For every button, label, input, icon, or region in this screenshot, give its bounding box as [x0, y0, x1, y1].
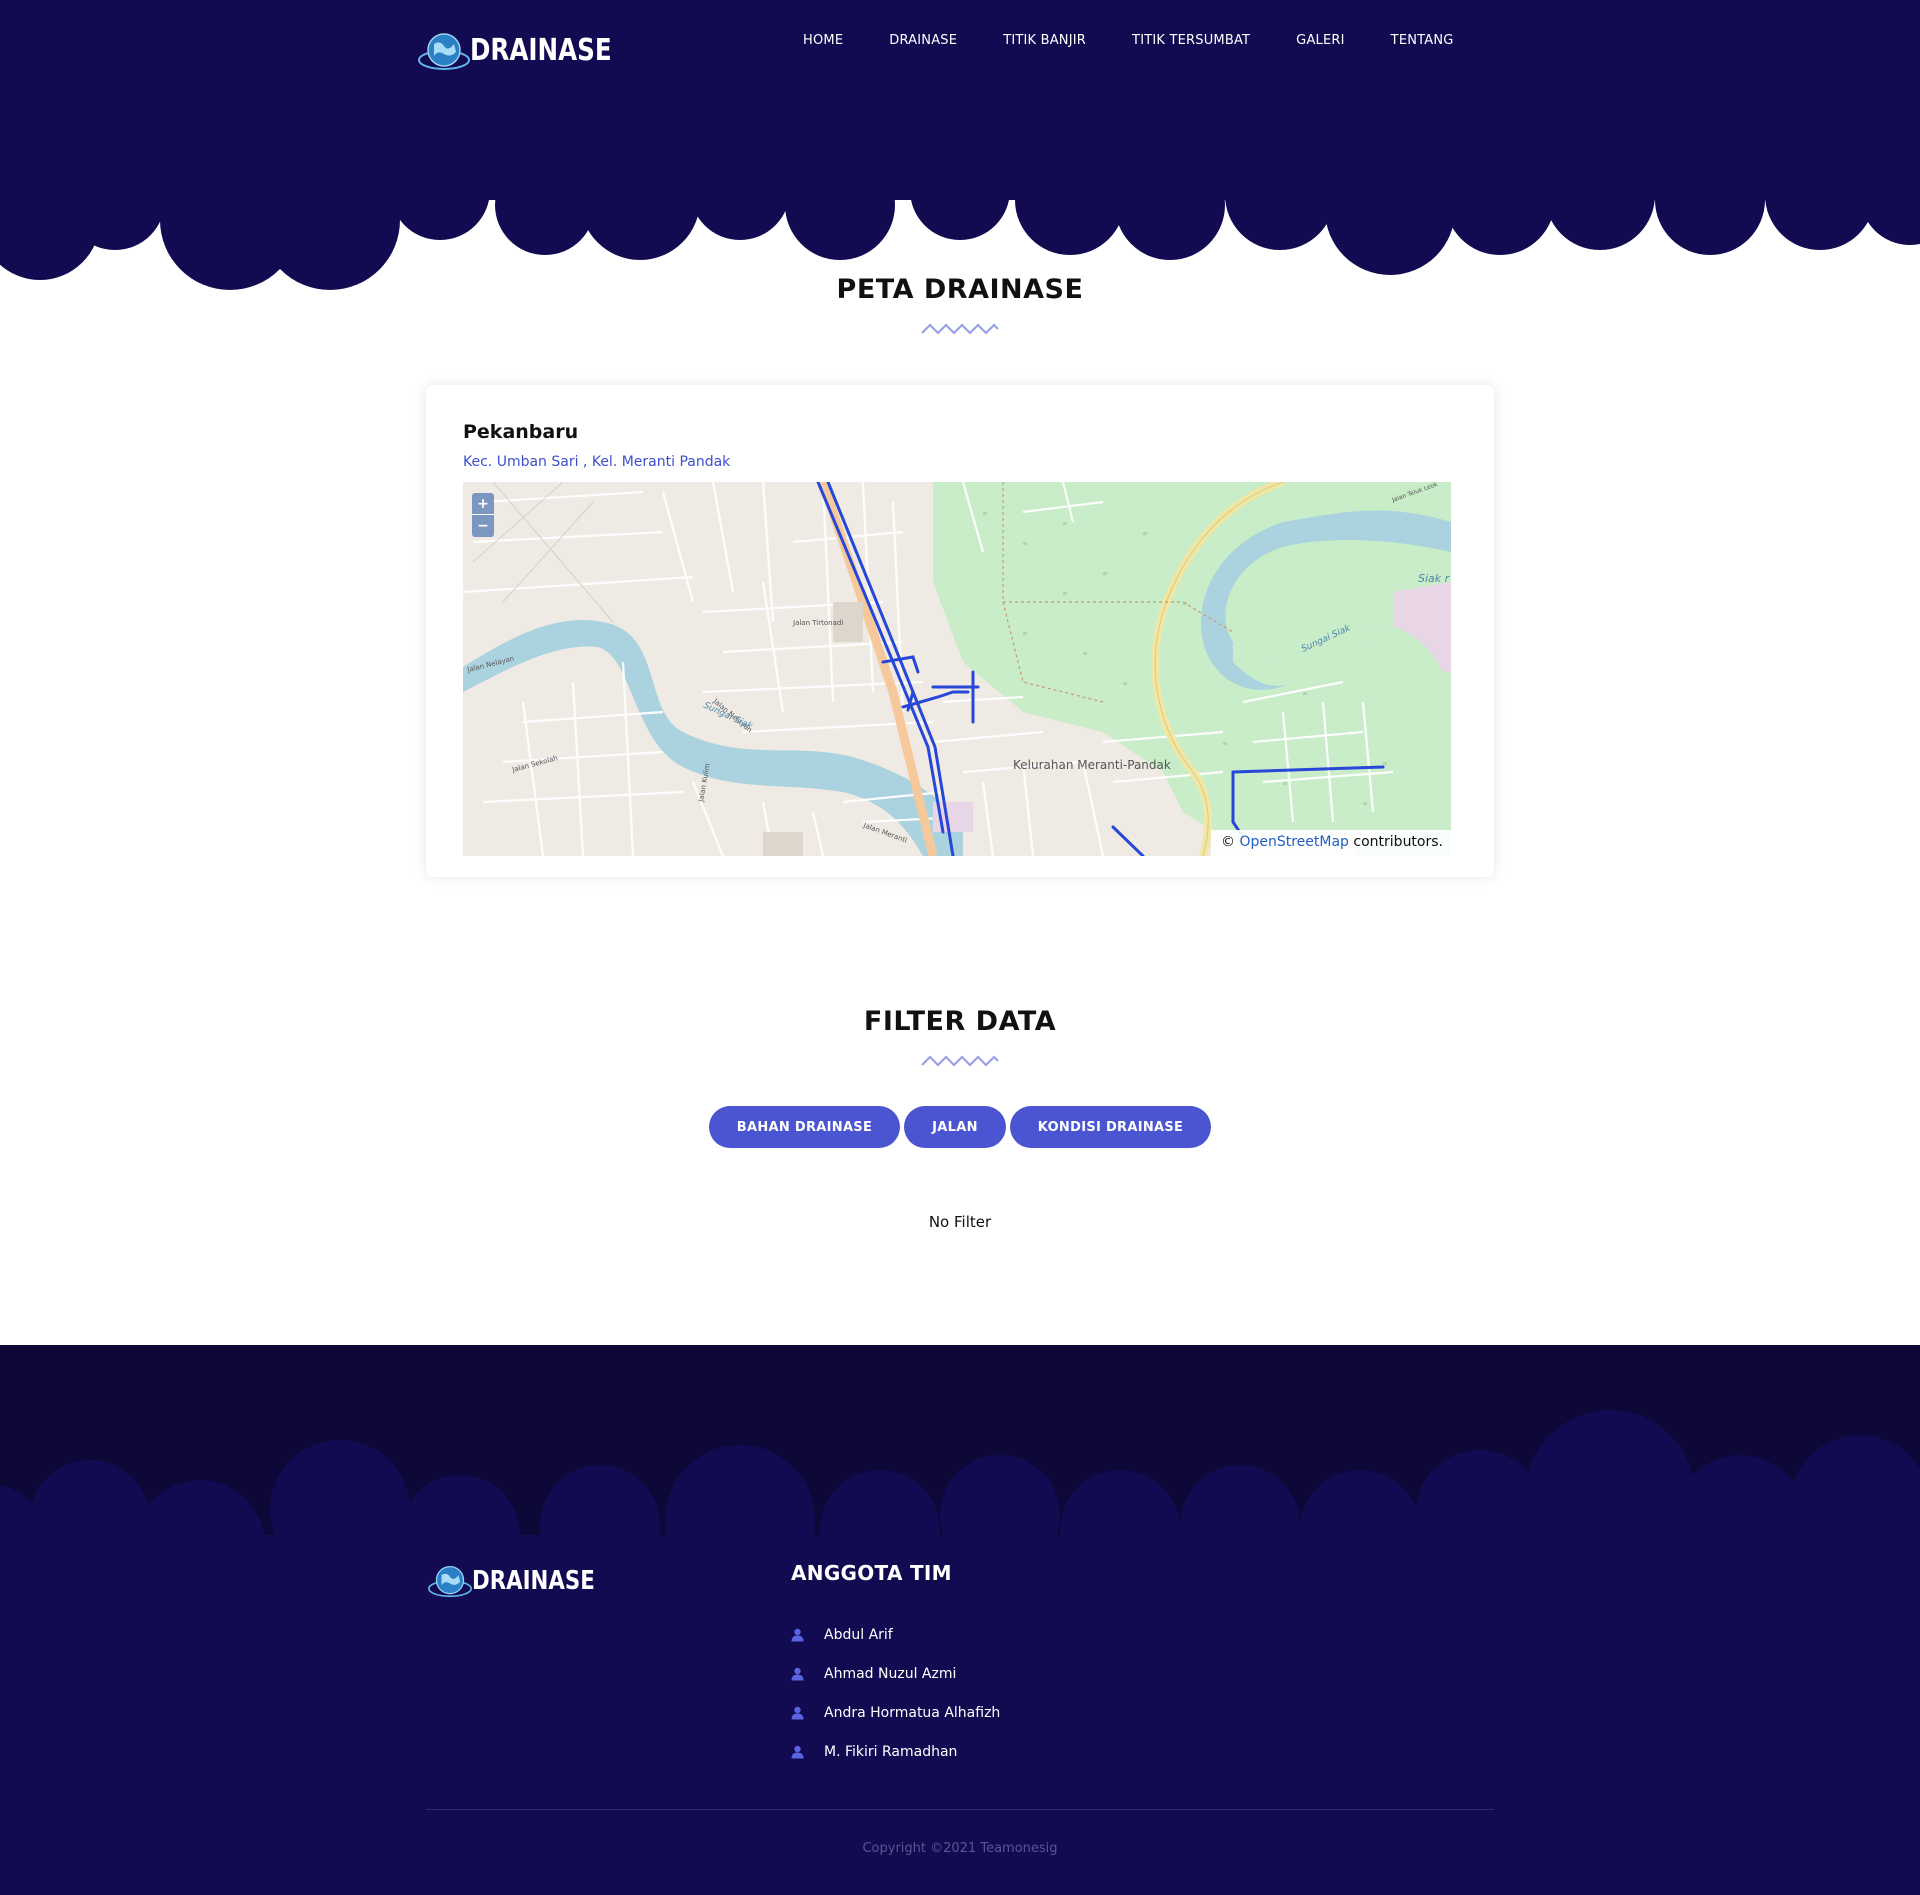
footer-cloud-background	[0, 1345, 1920, 1545]
filter-jalan-button[interactable]: JALAN	[904, 1106, 1006, 1148]
footer-logo[interactable]: DRAINASE	[428, 1561, 622, 1601]
filter-kondisi-drainase-button[interactable]: KONDISI DRAINASE	[1009, 1106, 1212, 1148]
filter-data-title: FILTER DATA	[863, 1006, 1057, 1037]
copyright: Copyright ©2021 Teamonesig	[862, 1841, 1058, 1856]
team-member-name: Ahmad Nuzul Azmi	[824, 1665, 957, 1682]
main-nav: HOME DRAINASE TITIK BANJIR TITIK TERSUMB…	[780, 33, 1477, 48]
map-label-street-1: Jalan Tirtonadi	[792, 619, 843, 627]
footer-divider	[426, 1809, 1494, 1810]
team-member-name: Andra Hormatua Alhafizh	[824, 1704, 1001, 1721]
attribution-prefix: ©	[1221, 834, 1236, 850]
team-member-name: Abdul Arif	[824, 1626, 893, 1643]
nav-galeri[interactable]: GALERI	[1296, 33, 1345, 48]
drainage-map[interactable]: Jalan Tirtonadi Jalan Nelayan Jalan Nela…	[463, 482, 1451, 856]
user-icon	[791, 1706, 804, 1719]
map-tiles: Jalan Tirtonadi Jalan Nelayan Jalan Nela…	[463, 482, 1451, 856]
map-label-area: Kelurahan Meranti-Pandak	[1013, 758, 1171, 772]
zoom-in-button[interactable]: +	[472, 493, 494, 515]
zoom-control: + −	[472, 493, 494, 537]
zoom-out-button[interactable]: −	[472, 515, 494, 537]
openstreetmap-link[interactable]: OpenStreetMap	[1239, 834, 1348, 850]
map-card-subtitle: Kec. Umban Sari , Kel. Meranti Pandak	[463, 454, 731, 470]
team-list: Abdul Arif Ahmad Nuzul Azmi Andra Hormat…	[791, 1615, 1000, 1771]
title-squiggle-icon	[921, 1055, 999, 1067]
user-icon	[791, 1628, 804, 1641]
nav-drainase[interactable]: DRAINASE	[889, 33, 957, 48]
attribution-suffix: contributors.	[1353, 834, 1443, 850]
team-member: Ahmad Nuzul Azmi	[791, 1654, 1000, 1693]
nav-titik-banjir[interactable]: TITIK BANJIR	[1003, 33, 1086, 48]
header-logo[interactable]: DRAINASE	[418, 28, 643, 74]
map-card: Pekanbaru Kec. Umban Sari , Kel. Meranti…	[426, 385, 1494, 877]
team-member: Andra Hormatua Alhafizh	[791, 1693, 1000, 1732]
peta-drainase-title: PETA DRAINASE	[836, 274, 1084, 305]
team-member: M. Fikiri Ramadhan	[791, 1732, 1000, 1771]
user-icon	[791, 1745, 804, 1758]
team-member-name: M. Fikiri Ramadhan	[824, 1743, 958, 1760]
footer: DRAINASE ANGGOTA TIM Abdul Arif Ahmad Nu…	[0, 1345, 1920, 1895]
map-attribution: © OpenStreetMap contributors.	[1211, 830, 1451, 856]
header: DRAINASE HOME DRAINASE TITIK BANJIR TITI…	[0, 0, 1920, 300]
nav-titik-tersumbat[interactable]: TITIK TERSUMBAT	[1132, 33, 1250, 48]
filter-status: No Filter	[928, 1213, 992, 1231]
footer-logo-text: DRAINASE	[472, 1566, 595, 1596]
user-icon	[791, 1667, 804, 1680]
nav-home[interactable]: HOME	[803, 33, 843, 48]
team-member: Abdul Arif	[791, 1615, 1000, 1654]
nav-tentang[interactable]: TENTANG	[1391, 33, 1454, 48]
globe-drop-icon	[428, 1565, 472, 1598]
team-title: ANGGOTA TIM	[791, 1561, 952, 1585]
filter-buttons: BAHAN DRAINASE JALAN KONDISI DRAINASE	[0, 1106, 1920, 1148]
map-card-title: Pekanbaru	[463, 421, 579, 443]
filter-bahan-drainase-button[interactable]: BAHAN DRAINASE	[708, 1106, 901, 1148]
globe-drop-icon	[418, 33, 470, 70]
title-squiggle-icon	[921, 323, 999, 335]
map-label-river-ne: Siak r	[1418, 572, 1451, 585]
logo-text: DRAINASE	[470, 33, 612, 68]
